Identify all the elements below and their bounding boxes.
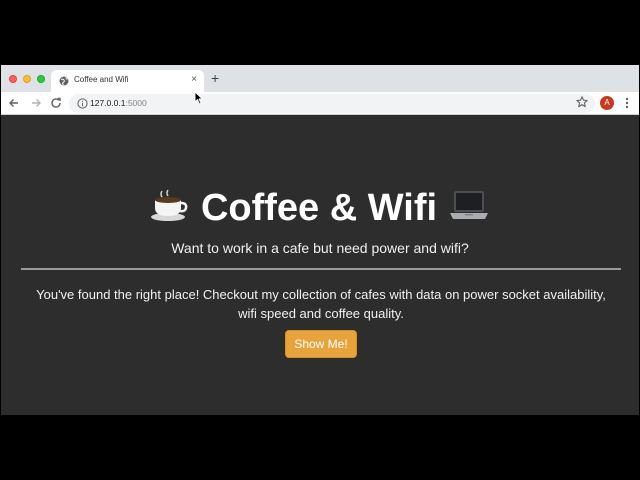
maximize-window-button[interactable] bbox=[37, 75, 45, 83]
divider bbox=[21, 268, 621, 270]
browser-window: Coffee and Wifi × + 127.0.0.1:5000 A Cof… bbox=[1, 65, 639, 415]
reload-icon[interactable] bbox=[49, 96, 63, 110]
forward-arrow-icon[interactable] bbox=[29, 96, 43, 110]
page-title-text: Coffee & Wifi bbox=[200, 187, 438, 229]
page-content: Coffee & Wifi Want to work in a cafe but… bbox=[1, 115, 639, 415]
tab-title: Coffee and Wifi bbox=[74, 75, 129, 84]
avatar[interactable]: A bbox=[600, 96, 614, 110]
star-icon[interactable] bbox=[575, 95, 589, 109]
laptop-icon bbox=[448, 187, 490, 233]
globe-icon bbox=[59, 76, 69, 86]
page-title: Coffee & Wifi bbox=[1, 185, 639, 233]
url-host: 127.0.0.1 bbox=[90, 98, 126, 108]
tagline: Want to work in a cafe but need power an… bbox=[171, 240, 469, 256]
info-icon[interactable] bbox=[77, 98, 88, 109]
tab-close-button[interactable]: × bbox=[191, 74, 197, 86]
lead-text: You've found the right place! Checkout m… bbox=[36, 287, 606, 321]
coffee-cup-icon bbox=[150, 187, 190, 233]
new-tab-button[interactable]: + bbox=[211, 71, 219, 85]
show-me-button[interactable]: Show Me! bbox=[285, 330, 357, 358]
url-text[interactable]: 127.0.0.1:5000 bbox=[90, 98, 147, 108]
address-bar[interactable]: 127.0.0.1:5000 bbox=[69, 94, 595, 113]
kebab-menu-icon[interactable] bbox=[623, 96, 631, 110]
minimize-window-button[interactable] bbox=[23, 75, 31, 83]
browser-toolbar: 127.0.0.1:5000 A bbox=[1, 92, 639, 115]
close-window-button[interactable] bbox=[9, 75, 17, 83]
tab-strip: Coffee and Wifi × + bbox=[1, 65, 639, 92]
url-port: :5000 bbox=[125, 98, 147, 108]
mouse-cursor-icon bbox=[194, 91, 203, 105]
tab-coffee-and-wifi[interactable]: Coffee and Wifi × bbox=[51, 70, 204, 92]
back-arrow-icon[interactable] bbox=[7, 96, 21, 110]
